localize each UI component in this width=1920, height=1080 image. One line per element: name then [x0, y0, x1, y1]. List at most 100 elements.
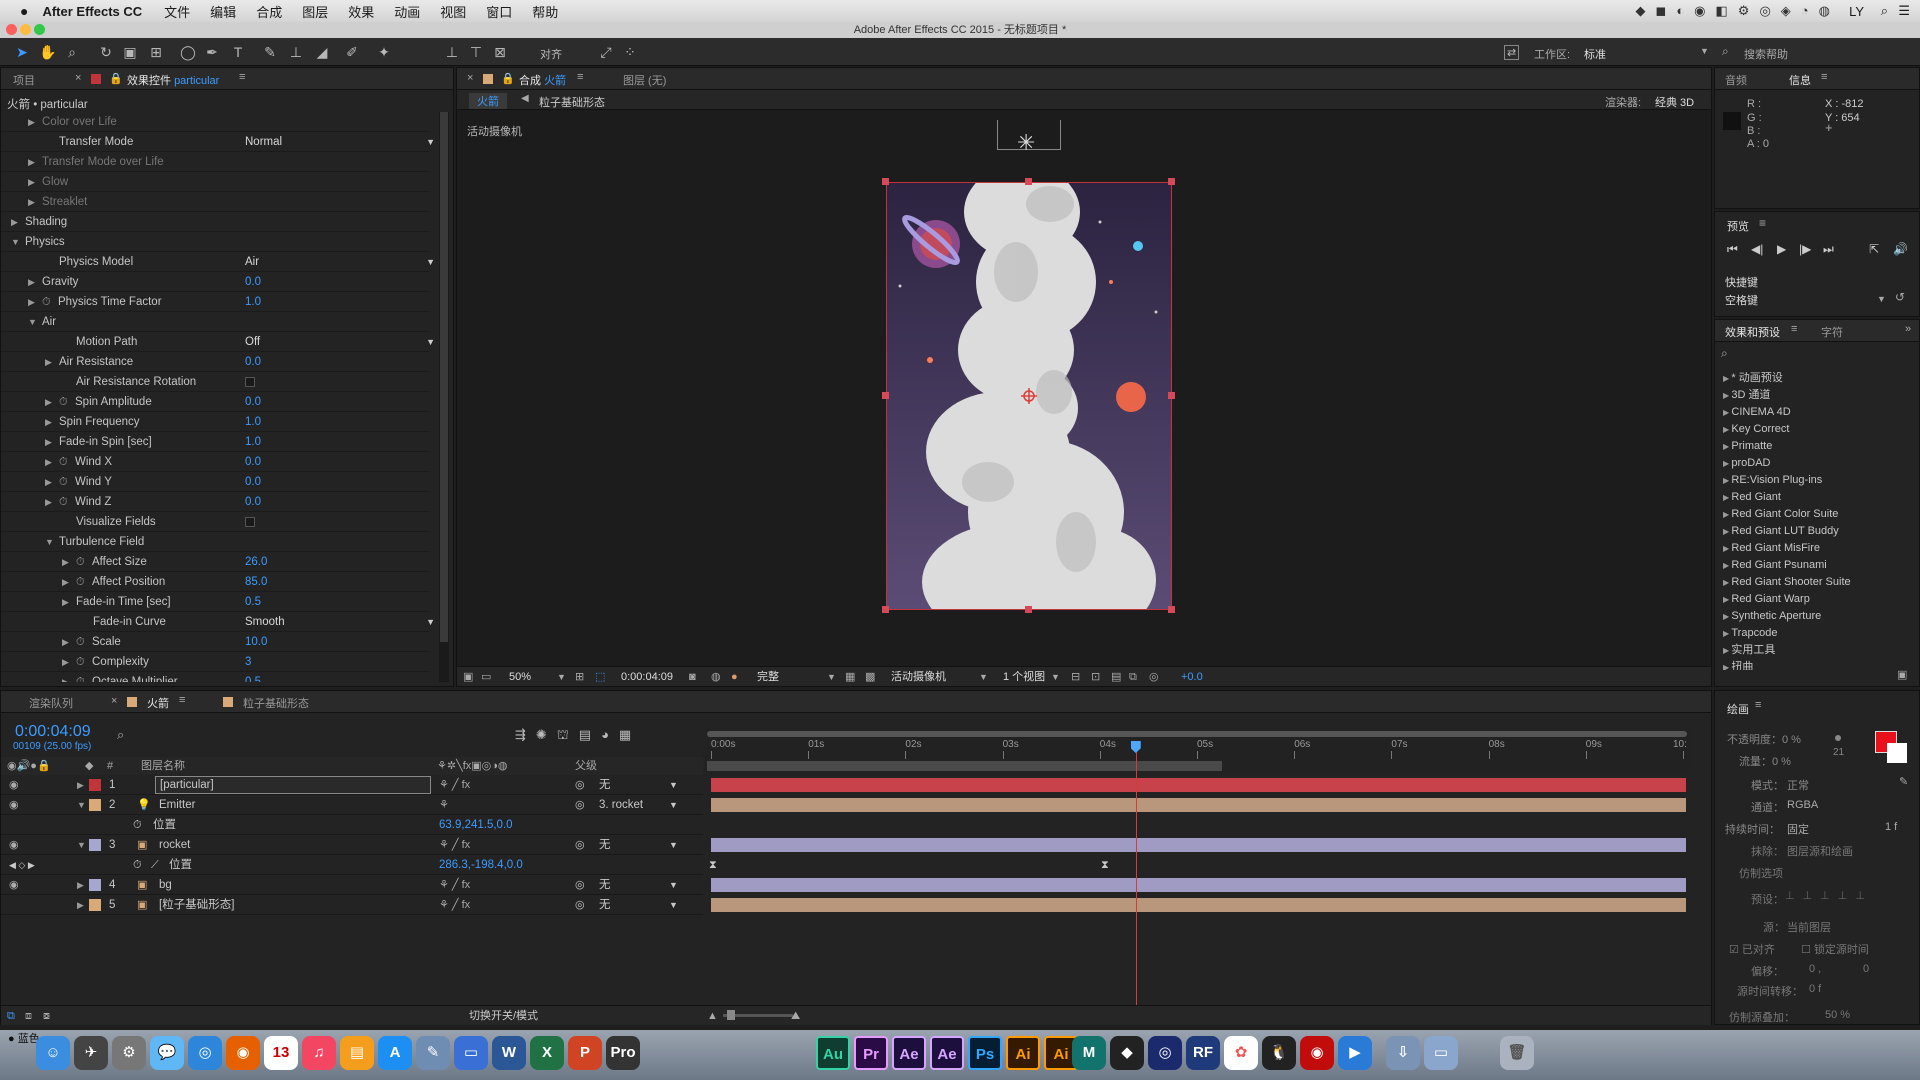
- parent-select[interactable]: 无: [599, 895, 677, 915]
- close-icon[interactable]: ×: [75, 72, 81, 84]
- effect-property-value[interactable]: 0.0: [245, 472, 261, 492]
- menu-effect[interactable]: 效果: [348, 2, 374, 21]
- safari-icon[interactable]: ◎: [188, 1036, 222, 1070]
- parent-pickwhip-icon[interactable]: ◎: [575, 775, 585, 795]
- timeline-layer-row[interactable]: ◉ ▶ 4 bg ▣ ⚘ ╱ fx ◎ 无 ▼: [1, 875, 1686, 895]
- effect-property-value[interactable]: 0.5: [245, 592, 261, 612]
- effect-property-row[interactable]: ▶ ⏱ Octave Multiplier 0.5: [1, 672, 429, 682]
- offset-y[interactable]: 0: [1863, 963, 1869, 975]
- timeline-search-icon[interactable]: ⌕: [117, 727, 124, 743]
- fast-preview-icon[interactable]: ⊡: [1091, 667, 1100, 687]
- effect-property-row[interactable]: ▶ Color over Life: [1, 112, 429, 132]
- app-store-icon[interactable]: A: [378, 1036, 412, 1070]
- effect-property-select[interactable]: Off: [245, 332, 435, 352]
- collapsed-arrow-icon[interactable]: ▶: [28, 192, 35, 212]
- books-icon[interactable]: ▤: [340, 1036, 374, 1070]
- paint-channel-select[interactable]: RGBA: [1787, 799, 1818, 811]
- visibility-eye-icon[interactable]: ◉: [9, 835, 19, 855]
- expanded-arrow-icon[interactable]: ▼: [77, 795, 86, 815]
- photos-icon[interactable]: ✿: [1224, 1036, 1258, 1070]
- launchpad-icon[interactable]: ✈: [74, 1036, 108, 1070]
- menu-window[interactable]: 窗口: [486, 2, 512, 21]
- views-select[interactable]: 1 个视图: [1003, 667, 1045, 687]
- eyedropper-icon[interactable]: ✎: [1899, 775, 1908, 788]
- handle-bc[interactable]: [1025, 606, 1032, 613]
- local-axis-icon[interactable]: ⊥: [442, 42, 462, 62]
- chevron-down-icon[interactable]: ▼: [1051, 667, 1060, 687]
- layer-switches[interactable]: ⚘ ╱ fx: [439, 835, 470, 855]
- collapsed-arrow-icon[interactable]: ▶: [45, 352, 52, 372]
- layer-name[interactable]: bg: [159, 875, 172, 895]
- tab-info[interactable]: 信息: [1789, 72, 1811, 88]
- chevron-down-icon[interactable]: ▼: [827, 667, 836, 687]
- clone-preset-icons[interactable]: ⊥⊥⊥⊥⊥: [1785, 889, 1873, 902]
- chevron-down-icon[interactable]: ▼: [1700, 46, 1709, 56]
- excel-icon[interactable]: X: [530, 1036, 564, 1070]
- shortcut-select[interactable]: 空格键: [1725, 292, 1875, 308]
- keyframe-icon[interactable]: ⧗: [1101, 855, 1109, 875]
- stopwatch-icon[interactable]: ⏱: [76, 572, 85, 592]
- collapsed-arrow-icon[interactable]: ▶: [45, 492, 52, 512]
- menu-help[interactable]: 帮助: [532, 2, 558, 21]
- zoom-button[interactable]: [34, 24, 45, 35]
- effect-property-row[interactable]: ▶ ⏱ Wind Y 0.0: [1, 472, 429, 492]
- layer-bounding-box[interactable]: [886, 182, 1172, 610]
- effect-property-value[interactable]: 0.5: [245, 672, 261, 682]
- effects-category-item[interactable]: * 动画预设: [1723, 370, 1782, 387]
- calendar-icon[interactable]: 13: [264, 1036, 298, 1070]
- close-icon[interactable]: ×: [467, 72, 473, 84]
- panel-menu-icon[interactable]: ≡: [1755, 699, 1761, 711]
- parent-pickwhip-icon[interactable]: ◎: [575, 835, 585, 855]
- effect-property-value[interactable]: 0.0: [245, 452, 261, 472]
- keyframe-icon[interactable]: ⧗: [709, 855, 717, 875]
- graph-editor-icon[interactable]: ▦: [619, 727, 641, 742]
- exposure-icon[interactable]: ◎: [1149, 667, 1159, 687]
- effect-property-row[interactable]: Transfer Mode Normal: [1, 132, 435, 152]
- adobe-au-icon[interactable]: Au: [816, 1036, 850, 1070]
- reset-icon[interactable]: ↺: [1895, 290, 1905, 304]
- keyframe-navigator-icon[interactable]: ◀ ◇ ▶: [9, 855, 35, 875]
- adobe-ps-icon[interactable]: Ps: [968, 1036, 1002, 1070]
- layer-switches[interactable]: ⚘ ╱ fx: [439, 895, 470, 915]
- handle-mr[interactable]: [1168, 392, 1175, 399]
- layer-name[interactable]: [粒子基础形态]: [159, 895, 234, 915]
- effects-category-item[interactable]: Red Giant: [1723, 489, 1781, 506]
- parent-pickwhip-icon[interactable]: ◎: [575, 895, 585, 915]
- adobe-pr-icon[interactable]: Pr: [854, 1036, 888, 1070]
- ellipse-tool-icon[interactable]: ◯: [178, 42, 198, 62]
- collapsed-arrow-icon[interactable]: ▶: [62, 592, 69, 612]
- effects-category-item[interactable]: Primatte: [1723, 438, 1772, 455]
- collapsed-arrow-icon[interactable]: ▶: [45, 452, 52, 472]
- stopwatch-icon[interactable]: ⏱: [59, 392, 68, 412]
- handle-tr[interactable]: [1168, 178, 1175, 185]
- search-help-input[interactable]: 搜索帮助: [1744, 46, 1788, 62]
- effect-property-value[interactable]: 26.0: [245, 552, 267, 572]
- tab-timeline-precomp[interactable]: 粒子基础形态: [243, 695, 309, 711]
- collapsed-arrow-icon[interactable]: ▶: [28, 112, 35, 132]
- effect-property-value[interactable]: 0.0: [245, 272, 261, 292]
- toggle-display-icon[interactable]: ▣: [463, 667, 473, 687]
- panel-menu-icon[interactable]: ≡: [1791, 323, 1797, 335]
- collapsed-arrow-icon[interactable]: ▶: [62, 552, 69, 572]
- hand-tool-icon[interactable]: ✋: [38, 42, 58, 62]
- stopwatch-icon[interactable]: ⏱: [133, 855, 142, 875]
- expanded-arrow-icon[interactable]: ▼: [28, 312, 37, 332]
- region-icon[interactable]: ⬚: [595, 667, 605, 687]
- effect-property-select[interactable]: Air: [245, 252, 435, 272]
- chevron-down-icon[interactable]: ▼: [669, 795, 678, 815]
- netease-music-icon[interactable]: ◉: [1300, 1036, 1334, 1070]
- user-initials[interactable]: LY: [1849, 4, 1864, 19]
- flowchart-icon[interactable]: ⧉: [1129, 667, 1137, 687]
- visibility-eye-icon[interactable]: ◉: [9, 795, 19, 815]
- collapsed-arrow-icon[interactable]: ▶: [45, 392, 52, 412]
- menu-file[interactable]: 文件: [164, 2, 190, 21]
- expanded-arrow-icon[interactable]: ▼: [45, 532, 54, 552]
- effect-property-row[interactable]: ▶ Transfer Mode over Life: [1, 152, 429, 172]
- timeline-link-icon[interactable]: ▤: [1111, 667, 1121, 687]
- panel-menu-icon[interactable]: ≡: [1759, 216, 1766, 230]
- effect-property-value[interactable]: 0.0: [245, 392, 261, 412]
- adobe-ai-icon[interactable]: Ai: [1006, 1036, 1040, 1070]
- zoom-select[interactable]: 50%: [509, 667, 531, 687]
- effect-property-row[interactable]: ▶ Fade-in Time [sec] 0.5: [1, 592, 429, 612]
- effect-property-value[interactable]: 10.0: [245, 632, 267, 652]
